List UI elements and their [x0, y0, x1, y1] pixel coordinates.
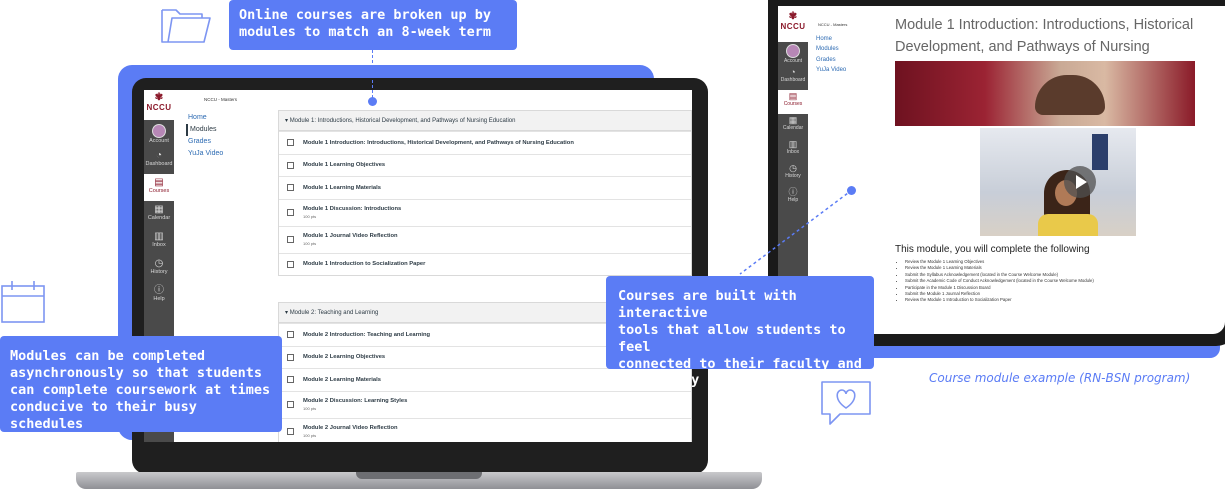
- gnav-history[interactable]: ◷ History: [144, 255, 174, 282]
- course-nav-modules[interactable]: Modules: [186, 124, 223, 136]
- account-avatar: [152, 124, 166, 138]
- page-icon: [287, 260, 294, 268]
- inbox-icon: ▥: [788, 139, 798, 149]
- gnav-help[interactable]: ⓘ Help: [144, 282, 174, 309]
- speaker-shirt: [1038, 214, 1098, 236]
- eagle-logo-icon: ✾: [154, 92, 164, 103]
- laptop-notch: [356, 472, 482, 479]
- courses-icon: ▤: [154, 177, 164, 188]
- banner-image: [895, 61, 1195, 126]
- courses-icon: ▤: [788, 91, 798, 101]
- calendar-icon: ▦: [788, 115, 798, 125]
- intro-video[interactable]: [980, 128, 1136, 236]
- breadcrumb[interactable]: NCCU - Masters: [818, 22, 847, 27]
- callout-dot: [847, 186, 856, 195]
- banner-person: [1035, 75, 1105, 115]
- course-nav-modules[interactable]: Modules: [816, 45, 846, 56]
- course-nav: Home Modules Grades YuJa Video: [816, 34, 846, 76]
- module-item[interactable]: Module 1 Learning Materials: [279, 176, 691, 199]
- module-item[interactable]: Module 1 Introduction: Introductions, Hi…: [279, 131, 691, 154]
- gnav-account[interactable]: Account: [778, 42, 808, 66]
- page-icon: [287, 161, 294, 169]
- gnav-dashboard[interactable]: ◔ Dashboard: [778, 66, 808, 90]
- page-icon: [287, 331, 294, 339]
- module-item[interactable]: Module 1 Discussion: Introductions 100 pt…: [279, 198, 691, 226]
- pennant: [1092, 134, 1108, 170]
- gnav-history[interactable]: ◷ History: [778, 162, 808, 186]
- course-nav-home[interactable]: Home: [186, 112, 223, 124]
- module-header[interactable]: ▾ Module 1: Introductions, Historical De…: [279, 111, 691, 131]
- page-icon: [287, 353, 294, 361]
- play-icon[interactable]: [1064, 166, 1096, 198]
- tasks-heading: This module, you will complete the follo…: [895, 244, 1090, 255]
- module-item[interactable]: Module 1 Learning Objectives: [279, 153, 691, 177]
- dashboard-icon: ◔: [790, 67, 796, 77]
- gnav-calendar[interactable]: ▦ Calendar: [778, 114, 808, 138]
- module-item[interactable]: Module 2 Journal Video Reflection 100 pts: [279, 417, 691, 443]
- list-item: Submit the Academic Code of Conduct Ackn…: [905, 278, 1094, 284]
- callout-connector: [372, 50, 373, 98]
- page-icon: [287, 376, 294, 384]
- module-item[interactable]: Module 2 Discussion: Learning Styles 100 …: [279, 390, 691, 418]
- gnav-dashboard[interactable]: ◔ Dashboard: [144, 147, 174, 174]
- module-1: ▾ Module 1: Introductions, Historical De…: [278, 110, 692, 276]
- course-nav-grades[interactable]: Grades: [816, 55, 846, 66]
- course-nav-home[interactable]: Home: [816, 34, 846, 45]
- caption: Course module example (RN-BSN program): [929, 371, 1191, 385]
- tasks-list: Review the Module 1 Learning Objectives …: [899, 259, 1094, 304]
- history-icon: ◷: [154, 258, 164, 269]
- dashboard-icon: ◔: [155, 150, 163, 161]
- list-item: Review the Module 1 Introduction to Soci…: [905, 297, 1094, 303]
- nccu-logo[interactable]: ✾ NCCU: [778, 6, 808, 42]
- account-avatar: [786, 44, 800, 58]
- callout-interactive: Courses are built with interactive tools…: [606, 276, 874, 388]
- callout-connector-interactive: [739, 189, 853, 275]
- gnav-courses[interactable]: ▤ Courses: [144, 174, 174, 201]
- course-nav-yuja-video[interactable]: YuJa Video: [186, 148, 223, 160]
- inbox-icon: ▥: [154, 231, 164, 242]
- history-icon: ◷: [789, 163, 797, 173]
- calendar-icon: ▦: [154, 204, 164, 215]
- callout-dot: [368, 97, 377, 106]
- help-icon: ⓘ: [154, 285, 164, 296]
- folder-icon: [160, 4, 212, 44]
- course-nav: Home Modules Grades YuJa Video: [186, 112, 223, 160]
- course-nav-grades[interactable]: Grades: [186, 136, 223, 148]
- calendar-icon: [0, 280, 48, 324]
- module-item[interactable]: Module 1 Introduction to Socialization P…: [279, 252, 691, 276]
- gnav-calendar[interactable]: ▦ Calendar: [144, 201, 174, 228]
- discussion-icon: [287, 401, 294, 408]
- module-item[interactable]: Module 1 Journal Video Reflection 100 pts: [279, 225, 691, 253]
- gnav-inbox[interactable]: ▥ Inbox: [778, 138, 808, 162]
- page-icon: [287, 139, 294, 147]
- page-icon: [287, 184, 294, 192]
- callout-async: Modules can be completed asynchronously …: [0, 336, 282, 432]
- gnav-courses[interactable]: ▤ Courses: [778, 90, 808, 114]
- gnav-inbox[interactable]: ▥ Inbox: [144, 228, 174, 255]
- nccu-logo[interactable]: ✾ NCCU: [144, 90, 174, 120]
- breadcrumb[interactable]: NCCU - Masters: [204, 97, 237, 102]
- eagle-logo-icon: ✾: [788, 11, 798, 22]
- assignment-icon: [287, 428, 294, 435]
- discussion-icon: [287, 209, 294, 216]
- gnav-account[interactable]: Account: [144, 120, 174, 147]
- assignment-icon: [287, 236, 294, 243]
- course-nav-yuja-video[interactable]: YuJa Video: [816, 66, 846, 77]
- callout-modules-term: Online courses are broken up by modules …: [229, 0, 517, 50]
